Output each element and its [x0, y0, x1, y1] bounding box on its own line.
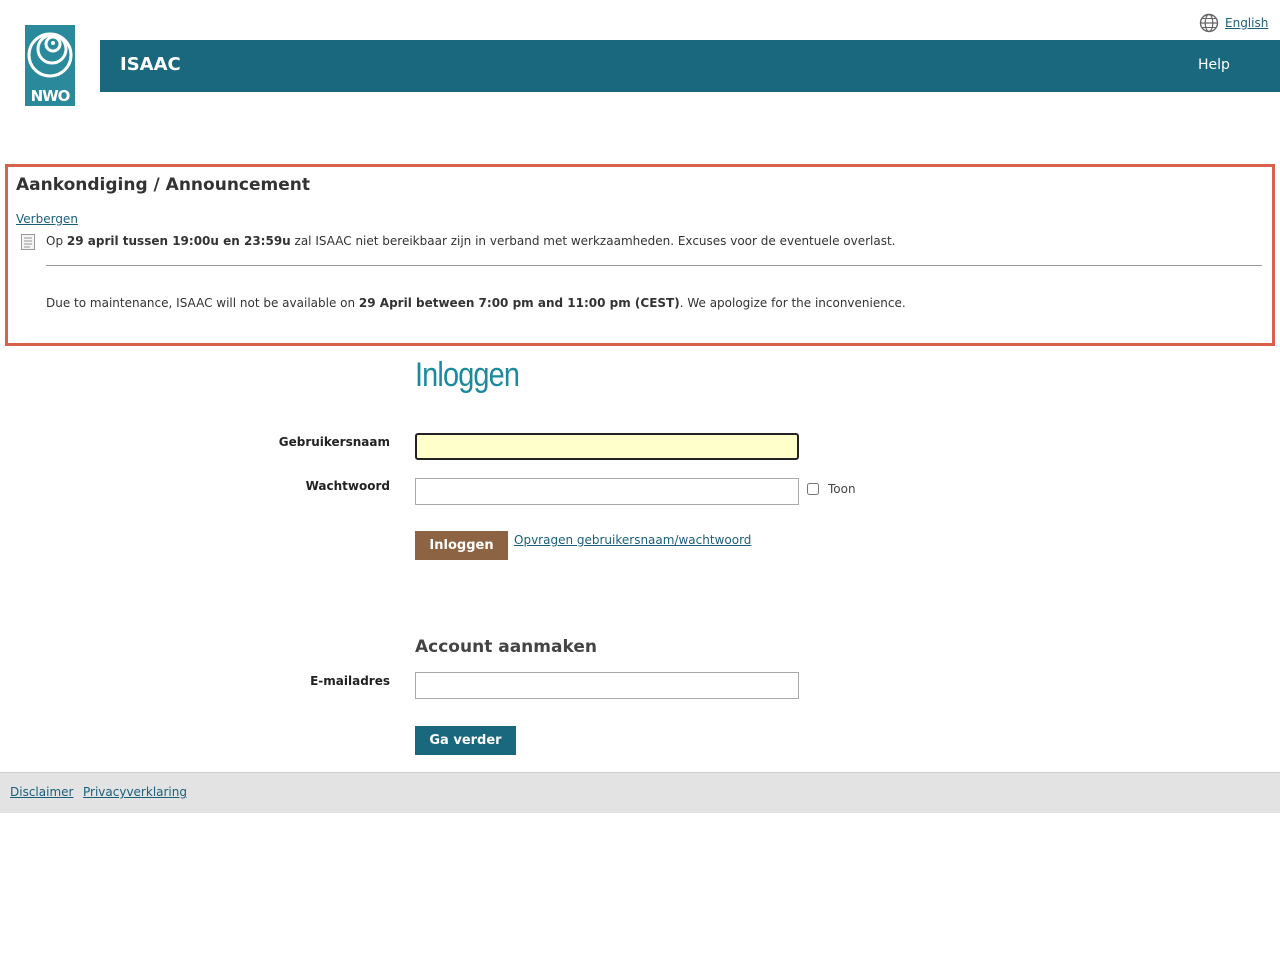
- announcement-text-en: Due to maintenance, ISAAC will not be av…: [46, 296, 906, 310]
- footer: Disclaimer Privacyverklaring: [0, 772, 1280, 813]
- disclaimer-link[interactable]: Disclaimer: [10, 785, 73, 799]
- header-bar: ISAAC Help: [100, 40, 1280, 92]
- password-label: Wachtwoord: [305, 479, 390, 493]
- username-input[interactable]: [415, 433, 799, 460]
- continue-button[interactable]: Ga verder: [415, 726, 516, 755]
- email-input[interactable]: [415, 672, 799, 699]
- forgot-credentials-link[interactable]: Opvragen gebruikersnaam/wachtwoord: [514, 533, 751, 547]
- create-account-title: Account aanmaken: [415, 637, 597, 657]
- help-link[interactable]: Help: [1198, 57, 1230, 73]
- language-link[interactable]: English: [1225, 16, 1268, 30]
- announcement-panel: Aankondiging / Announcement Verbergen Op…: [5, 164, 1275, 346]
- nwo-swirl-icon: [27, 32, 73, 78]
- login-button[interactable]: Inloggen: [415, 531, 508, 560]
- language-switch[interactable]: English: [1199, 13, 1268, 33]
- show-password-checkbox[interactable]: [807, 483, 819, 495]
- announcement-title: Aankondiging / Announcement: [16, 175, 310, 195]
- nwo-logo: NWO: [25, 25, 75, 106]
- app-title: ISAAC: [120, 54, 181, 75]
- username-label: Gebruikersnaam: [278, 435, 390, 449]
- login-title: Inloggen: [415, 356, 520, 394]
- document-icon: [21, 234, 35, 250]
- announcement-divider: [46, 265, 1262, 266]
- hide-announcement-link[interactable]: Verbergen: [16, 212, 78, 226]
- privacy-link[interactable]: Privacyverklaring: [83, 785, 187, 799]
- password-input[interactable]: [415, 478, 799, 505]
- globe-icon: [1199, 13, 1219, 33]
- logo-text: NWO: [30, 87, 71, 105]
- announcement-text-nl: Op 29 april tussen 19:00u en 23:59u zal …: [46, 234, 896, 248]
- email-label: E-mailadres: [310, 674, 390, 688]
- show-password-label: Toon: [828, 482, 856, 496]
